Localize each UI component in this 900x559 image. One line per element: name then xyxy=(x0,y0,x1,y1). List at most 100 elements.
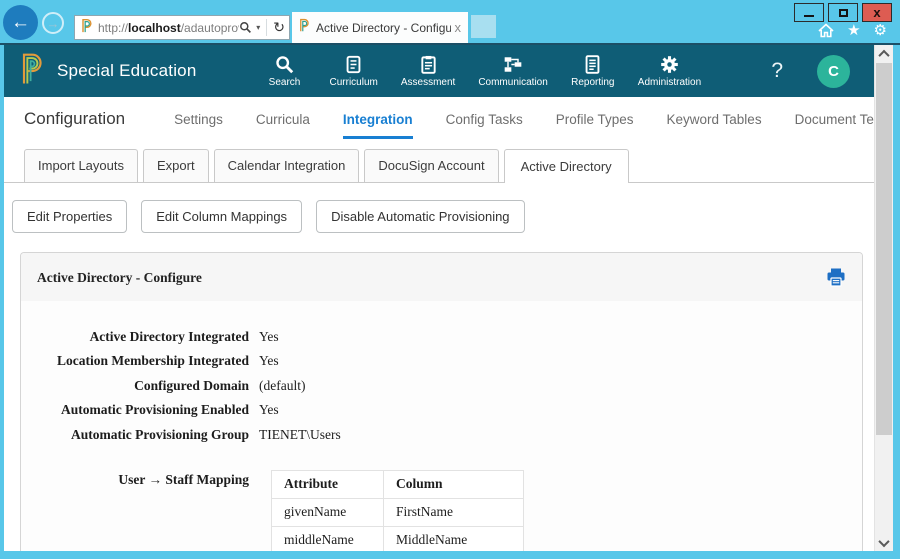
tab-config-tasks[interactable]: Config Tasks xyxy=(446,112,523,139)
active-directory-panel: Active Directory - Configure Active Dire… xyxy=(20,252,863,551)
tab-curricula[interactable]: Curricula xyxy=(256,112,310,139)
favorites-star-icon[interactable]: ★ xyxy=(847,21,860,39)
user-avatar[interactable]: C xyxy=(817,55,850,88)
nav-item-assessment[interactable]: Assessment xyxy=(401,55,455,88)
close-button[interactable]: x xyxy=(862,3,892,22)
app-logo-icon[interactable] xyxy=(21,52,45,90)
app-title: Special Education xyxy=(57,61,197,81)
subtab-export[interactable]: Export xyxy=(143,149,209,182)
tab-favicon-icon xyxy=(299,18,310,37)
edit-properties-button[interactable]: Edit Properties xyxy=(12,200,127,233)
forward-icon: → xyxy=(47,16,60,31)
subtab-import-layouts[interactable]: Import Layouts xyxy=(24,149,138,182)
column-header: Attribute xyxy=(272,471,384,499)
mapping-table: Attribute Column givenName FirstName xyxy=(271,470,524,551)
home-icon[interactable] xyxy=(818,23,834,38)
field-label: Configured Domain xyxy=(37,374,249,398)
nav-item-curriculum[interactable]: Curriculum xyxy=(330,55,378,88)
field-label: Location Membership Integrated xyxy=(37,349,249,373)
help-button[interactable]: ? xyxy=(771,59,783,83)
app-header: Special Education Search Curriculum Asse… xyxy=(4,45,874,97)
browser-window: x ← → http://localhost/adautoprovision.a… xyxy=(0,0,900,559)
tab-integration[interactable]: Integration xyxy=(343,112,413,139)
chevron-down-icon xyxy=(878,535,889,546)
page-content: Special Education Search Curriculum Asse… xyxy=(4,45,874,551)
print-icon[interactable] xyxy=(826,268,846,287)
user-staff-mapping-section: User → Staff Mapping Attribute Column xyxy=(37,470,846,551)
clipboard-icon xyxy=(419,55,438,74)
minimize-icon xyxy=(804,15,814,17)
field-label: Automatic Provisioning Group xyxy=(37,423,249,447)
maximize-icon xyxy=(839,9,848,17)
field-label: Active Directory Integrated xyxy=(37,325,249,349)
panel-header: Active Directory - Configure xyxy=(21,253,862,301)
action-buttons: Edit Properties Edit Column Mappings Dis… xyxy=(4,183,874,233)
search-icon xyxy=(275,55,294,74)
scroll-up-button[interactable] xyxy=(875,45,893,62)
edit-column-mappings-button[interactable]: Edit Column Mappings xyxy=(141,200,302,233)
book-icon xyxy=(344,55,363,74)
mapping-label: User → Staff Mapping xyxy=(37,470,249,551)
table-cell: givenName xyxy=(272,499,384,527)
table-header-row: Attribute Column xyxy=(272,471,524,499)
field-value: (default) xyxy=(259,374,305,398)
nav-item-reporting[interactable]: Reporting xyxy=(571,55,615,88)
browser-tab[interactable]: Active Directory - Configure x xyxy=(292,12,468,43)
column-header: Column xyxy=(384,471,524,499)
back-button[interactable]: ← xyxy=(3,5,38,40)
tab-close-icon[interactable]: x xyxy=(455,20,462,35)
url-host: localhost xyxy=(128,21,181,35)
back-icon: ← xyxy=(11,12,30,34)
settings-gear-icon[interactable]: ⚙ xyxy=(874,21,887,39)
new-tab-button[interactable] xyxy=(471,15,496,38)
nav-item-communication[interactable]: Communication xyxy=(478,55,547,88)
tab-settings[interactable]: Settings xyxy=(174,112,223,139)
maximize-button[interactable] xyxy=(828,3,858,22)
window-controls: x xyxy=(794,3,892,22)
main-tabs: Settings Curricula Integration Config Ta… xyxy=(174,112,874,139)
table-cell: MiddleName xyxy=(384,527,524,551)
panel-body: Active Directory Integrated Yes Location… xyxy=(21,301,862,551)
nav-item-administration[interactable]: Administration xyxy=(638,55,701,88)
page-viewport: Special Education Search Curriculum Asse… xyxy=(4,45,893,551)
field-value: Yes xyxy=(259,325,279,349)
address-bar-icons: ▾ ↻ xyxy=(239,19,285,36)
field-row: Configured Domain (default) xyxy=(37,374,846,398)
subtab-calendar-integration[interactable]: Calendar Integration xyxy=(214,149,360,182)
search-icon[interactable] xyxy=(239,21,252,34)
tab-document-templates[interactable]: Document Templates xyxy=(795,112,874,139)
sitemap-icon xyxy=(503,55,523,74)
refresh-icon[interactable]: ↻ xyxy=(273,19,285,36)
address-bar[interactable]: http://localhost/adautoprovision.asp ▾ ↻ xyxy=(74,15,290,40)
chevron-down-icon[interactable]: ▾ xyxy=(256,23,260,32)
tab-profile-types[interactable]: Profile Types xyxy=(556,112,634,139)
tab-keyword-tables[interactable]: Keyword Tables xyxy=(667,112,762,139)
subtab-docusign-account[interactable]: DocuSign Account xyxy=(364,149,498,182)
field-value: TIENET\Users xyxy=(259,423,341,447)
config-header: Configuration Settings Curricula Integra… xyxy=(4,97,874,139)
favicon-icon xyxy=(81,18,93,38)
subtab-active-directory[interactable]: Active Directory xyxy=(504,149,629,183)
scrollbar-thumb[interactable] xyxy=(876,63,892,435)
chrome-right-icons: ★ ⚙ xyxy=(818,21,887,39)
field-value: Yes xyxy=(259,398,279,422)
page-title: Configuration xyxy=(24,109,125,139)
gear-icon xyxy=(660,55,679,74)
document-icon xyxy=(584,55,601,74)
browser-chrome: ← → http://localhost/adautoprovision.asp… xyxy=(0,0,900,43)
field-label: Automatic Provisioning Enabled xyxy=(37,398,249,422)
field-row: Automatic Provisioning Enabled Yes xyxy=(37,398,846,422)
table-row: givenName FirstName xyxy=(272,499,524,527)
nav-item-search[interactable]: Search xyxy=(263,55,307,88)
scroll-down-button[interactable] xyxy=(875,534,893,551)
divider xyxy=(266,19,267,36)
vertical-scrollbar[interactable] xyxy=(874,45,893,551)
sub-tabs: Import Layouts Export Calendar Integrati… xyxy=(4,149,874,183)
minimize-button[interactable] xyxy=(794,3,824,22)
forward-button[interactable]: → xyxy=(42,12,64,34)
main-nav: Search Curriculum Assessment Communicati… xyxy=(263,55,702,88)
table-cell: middleName xyxy=(272,527,384,551)
disable-automatic-provisioning-button[interactable]: Disable Automatic Provisioning xyxy=(316,200,524,233)
tab-title: Active Directory - Configure xyxy=(316,21,451,35)
table-cell: FirstName xyxy=(384,499,524,527)
